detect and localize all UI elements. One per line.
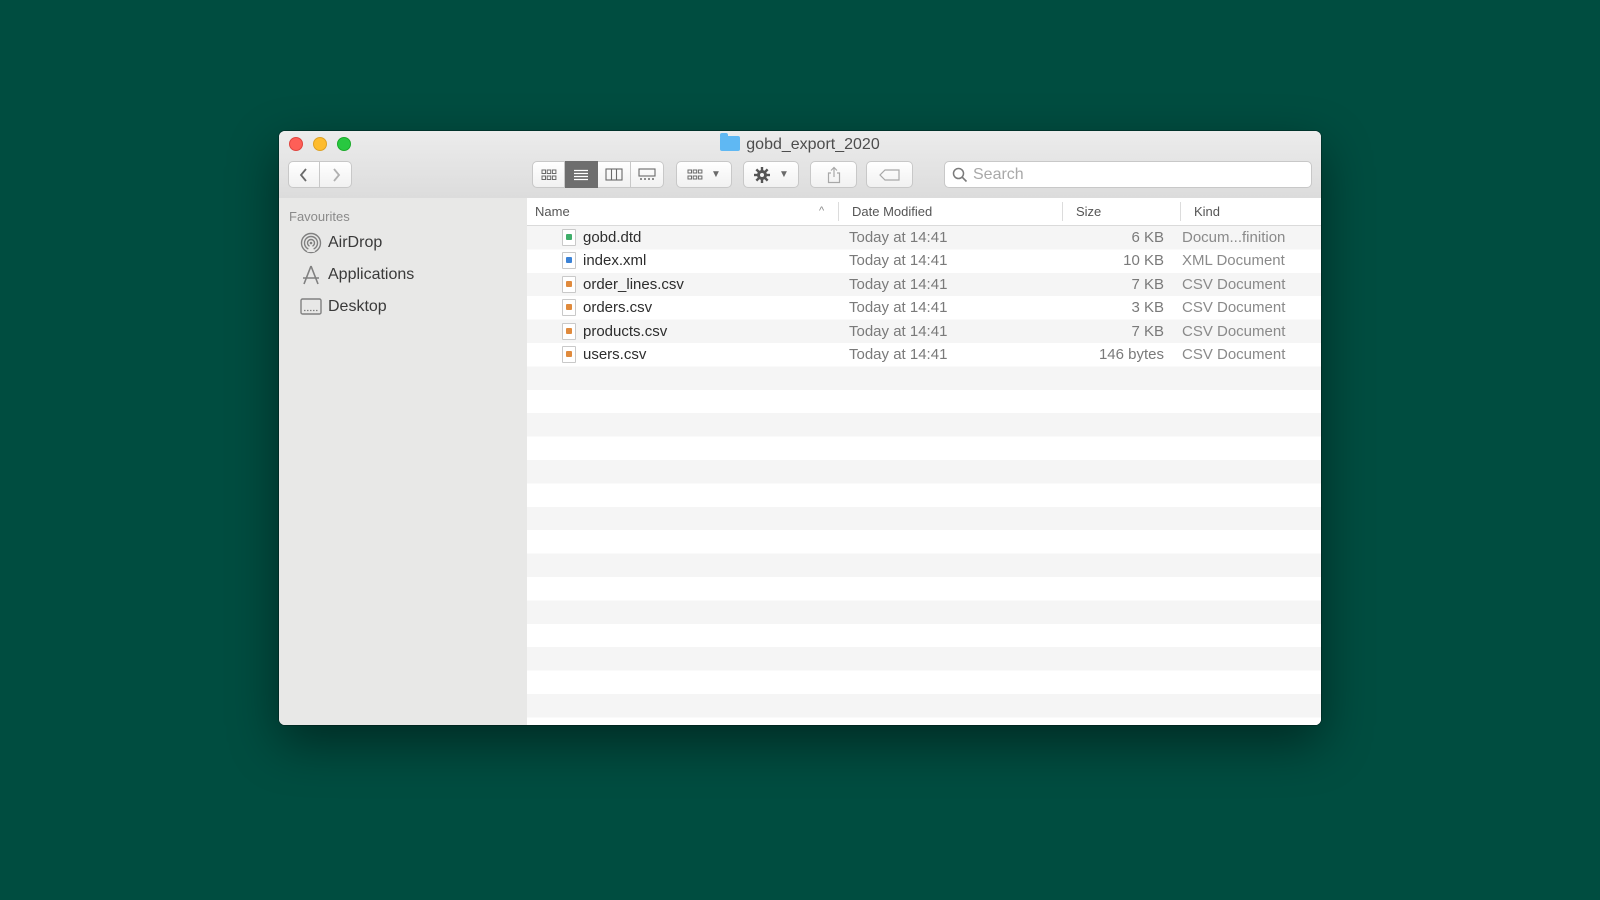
csv-file-icon (562, 276, 576, 293)
sidebar-item-label: Desktop (328, 298, 387, 316)
file-size: 6 KB (1131, 226, 1164, 249)
file-row[interactable]: orders.csv Today at 14:41 3 KB CSV Docum… (527, 296, 1321, 319)
file-list: Name ^ Date Modified Size Kind gobd.dtd … (527, 198, 1321, 725)
sidebar-item-airdrop[interactable]: AirDrop (299, 230, 382, 256)
list-view-button[interactable] (565, 161, 598, 188)
file-kind: XML Document (1182, 249, 1285, 272)
column-header-size[interactable]: Size (1062, 198, 1180, 225)
view-mode-buttons (532, 161, 664, 188)
file-size: 146 bytes (1099, 343, 1164, 366)
csv-file-icon (562, 346, 576, 363)
file-name: index.xml (583, 249, 646, 272)
file-name: orders.csv (583, 296, 652, 319)
tag-icon (879, 169, 901, 181)
column-header-date[interactable]: Date Modified (838, 198, 1062, 225)
file-size: 7 KB (1131, 273, 1164, 296)
gear-icon (753, 166, 771, 184)
column-view-button[interactable] (598, 161, 631, 188)
file-row[interactable]: order_lines.csv Today at 14:41 7 KB CSV … (527, 273, 1321, 296)
folder-icon (720, 136, 740, 151)
csv-file-icon (562, 323, 576, 340)
window-title-text: gobd_export_2020 (746, 136, 879, 153)
file-date: Today at 14:41 (849, 226, 947, 249)
file-rows: gobd.dtd Today at 14:41 6 KB Docum...fin… (527, 226, 1321, 725)
dtd-file-icon (562, 229, 576, 246)
sidebar: Favourites AirDrop Applications (279, 198, 528, 725)
file-kind: CSV Document (1182, 320, 1285, 343)
file-row[interactable]: users.csv Today at 14:41 146 bytes CSV D… (527, 343, 1321, 366)
sort-ascending-icon: ^ (819, 198, 824, 225)
icon-view-button[interactable] (532, 161, 565, 188)
chevron-down-icon: ▼ (711, 169, 721, 180)
share-icon (826, 166, 842, 184)
file-kind: CSV Document (1182, 273, 1285, 296)
search-icon (952, 167, 968, 183)
navigation-buttons (288, 161, 352, 188)
chevron-right-icon (331, 168, 341, 182)
applications-icon (299, 263, 323, 287)
file-size: 10 KB (1123, 249, 1164, 272)
sidebar-item-label: AirDrop (328, 234, 382, 252)
file-date: Today at 14:41 (849, 273, 947, 296)
file-date: Today at 14:41 (849, 320, 947, 343)
column-header-name[interactable]: Name (527, 198, 838, 225)
file-name: products.csv (583, 320, 667, 343)
file-date: Today at 14:41 (849, 343, 947, 366)
file-name: gobd.dtd (583, 226, 641, 249)
group-grid-icon (687, 169, 703, 181)
csv-file-icon (562, 299, 576, 316)
group-button[interactable]: ▼ (676, 161, 732, 188)
back-button[interactable] (288, 161, 320, 188)
tag-button[interactable] (866, 161, 913, 188)
search-field[interactable] (944, 161, 1312, 188)
file-date: Today at 14:41 (849, 249, 947, 272)
file-kind: CSV Document (1182, 343, 1285, 366)
file-size: 3 KB (1131, 296, 1164, 319)
chevron-left-icon (299, 168, 309, 182)
list-view-icon (573, 169, 589, 181)
sidebar-heading: Favourites (289, 209, 350, 224)
xml-file-icon (562, 252, 576, 269)
airdrop-icon (299, 231, 323, 255)
file-row[interactable]: index.xml Today at 14:41 10 KB XML Docum… (527, 249, 1321, 272)
file-size: 7 KB (1131, 320, 1164, 343)
file-row[interactable]: products.csv Today at 14:41 7 KB CSV Doc… (527, 320, 1321, 343)
sidebar-item-applications[interactable]: Applications (299, 262, 414, 288)
gallery-view-icon (638, 168, 656, 181)
desktop-icon (299, 295, 323, 319)
file-row[interactable]: gobd.dtd Today at 14:41 6 KB Docum...fin… (527, 226, 1321, 249)
sidebar-item-desktop[interactable]: Desktop (299, 294, 387, 320)
icon-view-icon (541, 169, 557, 181)
finder-window: gobd_export_2020 (279, 131, 1321, 725)
gallery-view-button[interactable] (631, 161, 664, 188)
action-button[interactable]: ▼ (743, 161, 799, 188)
sidebar-item-label: Applications (328, 266, 414, 284)
file-name: order_lines.csv (583, 273, 684, 296)
window-title: gobd_export_2020 (279, 135, 1321, 155)
list-header: Name ^ Date Modified Size Kind (527, 198, 1321, 226)
file-date: Today at 14:41 (849, 296, 947, 319)
column-view-icon (605, 168, 623, 181)
chevron-down-icon: ▼ (779, 169, 789, 180)
share-button[interactable] (810, 161, 857, 188)
file-kind: CSV Document (1182, 296, 1285, 319)
file-name: users.csv (583, 343, 646, 366)
column-header-kind[interactable]: Kind (1180, 198, 1321, 225)
file-kind: Docum...finition (1182, 226, 1285, 249)
forward-button[interactable] (320, 161, 352, 188)
title-bar: gobd_export_2020 (279, 131, 1321, 199)
search-input[interactable] (973, 162, 1303, 187)
